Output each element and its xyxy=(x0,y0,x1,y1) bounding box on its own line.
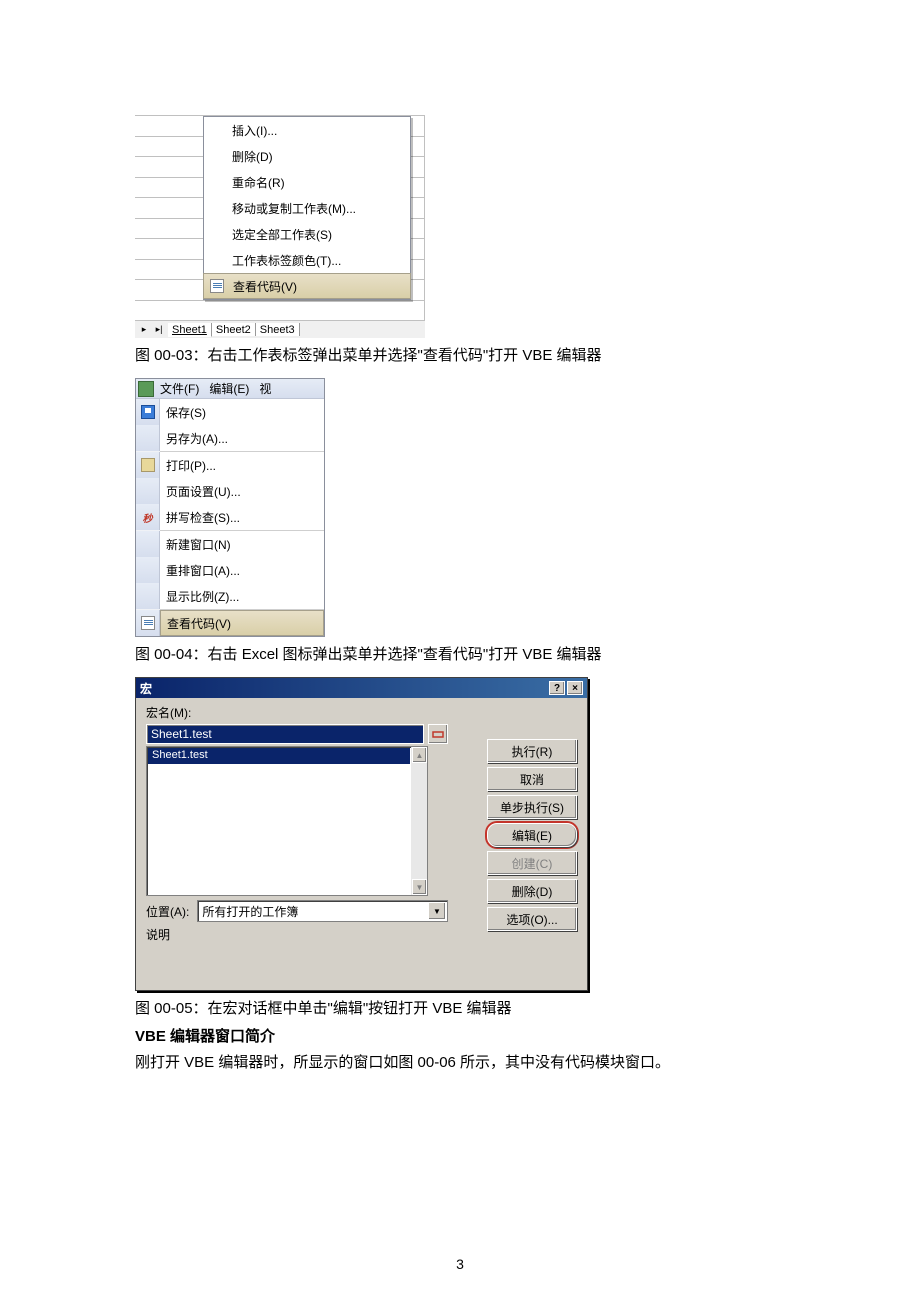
sheet-tab-1[interactable]: Sheet1 xyxy=(168,323,212,337)
scroll-down-icon[interactable]: ▼ xyxy=(412,879,427,895)
menu-view-truncated[interactable]: 视 xyxy=(255,380,275,397)
menu-file[interactable]: 文件(F) xyxy=(156,380,203,397)
range-icon xyxy=(432,728,444,740)
tab-nav-last-icon[interactable]: ▸| xyxy=(152,323,166,337)
caption-figure-2: 图 00-04：右击 Excel 图标弹出菜单并选择"查看代码"打开 VBE 编… xyxy=(135,643,785,667)
range-selector-button[interactable] xyxy=(428,724,448,744)
step-into-button[interactable]: 单步执行(S) xyxy=(487,795,577,819)
spell-check-icon: 秒 xyxy=(143,510,153,525)
code-icon xyxy=(141,616,155,630)
menu-item-move-copy[interactable]: 移动或复制工作表(M)... xyxy=(204,195,410,221)
figure-sheet-context-menu: 插入(I)... 删除(D) 重命名(R) 移动或复制工作表(M)... 选定全… xyxy=(135,115,425,338)
close-button[interactable]: × xyxy=(567,681,583,695)
menu-item-insert[interactable]: 插入(I)... xyxy=(204,117,410,143)
menu-edit[interactable]: 编辑(E) xyxy=(205,380,253,397)
code-icon xyxy=(208,277,226,295)
options-button[interactable]: 选项(O)... xyxy=(487,907,577,931)
menu-item-save[interactable]: 保存(S) xyxy=(136,399,324,425)
menu-item-zoom[interactable]: 显示比例(Z)... xyxy=(136,583,324,609)
menu-item-tab-color[interactable]: 工作表标签颜色(T)... xyxy=(204,247,410,273)
delete-button[interactable]: 删除(D) xyxy=(487,879,577,903)
menu-item-save-as[interactable]: 另存为(A)... xyxy=(136,425,324,451)
excel-icon xyxy=(138,381,154,397)
menu-item-print[interactable]: 打印(P)... xyxy=(136,452,324,478)
sheet-tab-bar: ▸ ▸| Sheet1 Sheet2 Sheet3 xyxy=(135,321,425,338)
create-button: 创建(C) xyxy=(487,851,577,875)
save-icon xyxy=(141,405,155,419)
location-combobox[interactable]: 所有打开的工作簿 ▼ xyxy=(197,900,448,922)
macro-name-input[interactable]: Sheet1.test xyxy=(146,724,424,744)
sheet-tab-2[interactable]: Sheet2 xyxy=(212,323,256,336)
menubar: 文件(F) 编辑(E) 视 xyxy=(136,379,324,399)
dialog-titlebar: 宏 ? × xyxy=(136,678,587,698)
menu-item-rename[interactable]: 重命名(R) xyxy=(204,169,410,195)
scroll-up-icon[interactable]: ▲ xyxy=(412,747,427,763)
sheet-context-menu: 插入(I)... 删除(D) 重命名(R) 移动或复制工作表(M)... 选定全… xyxy=(203,116,411,300)
tab-nav-first-icon[interactable]: ▸ xyxy=(137,323,151,337)
section-heading: VBE 编辑器窗口简介 xyxy=(135,1025,785,1049)
chevron-down-icon[interactable]: ▼ xyxy=(428,902,446,920)
macro-name-label: 宏名(M): xyxy=(146,704,577,721)
body-paragraph: 刚打开 VBE 编辑器时，所显示的窗口如图 00-06 所示，其中没有代码模块窗… xyxy=(135,1051,785,1075)
cancel-button[interactable]: 取消 xyxy=(487,767,577,791)
dialog-title: 宏 xyxy=(140,680,152,697)
macro-dialog: 宏 ? × 宏名(M): Sheet1.test Sheet1.test ▲ xyxy=(135,677,588,991)
scrollbar[interactable]: ▲ ▼ xyxy=(411,747,427,895)
description-area xyxy=(146,946,577,980)
menu-item-arrange-windows[interactable]: 重排窗口(A)... xyxy=(136,557,324,583)
run-button[interactable]: 执行(R) xyxy=(487,739,577,763)
spreadsheet-grid: 插入(I)... 删除(D) 重命名(R) 移动或复制工作表(M)... 选定全… xyxy=(135,115,425,321)
print-icon xyxy=(141,458,155,472)
menu-item-view-code[interactable]: 查看代码(V) xyxy=(203,273,411,299)
page-number: 3 xyxy=(0,1256,920,1272)
caption-figure-1: 图 00-03：右击工作表标签弹出菜单并选择"查看代码"打开 VBE 编辑器 xyxy=(135,344,785,368)
caption-figure-3: 图 00-05：在宏对话框中单击"编辑"按钮打开 VBE 编辑器 xyxy=(135,997,785,1021)
edit-button[interactable]: 编辑(E) xyxy=(487,823,577,847)
macro-list-item[interactable]: Sheet1.test xyxy=(148,748,410,764)
menu-item-page-setup[interactable]: 页面设置(U)... xyxy=(136,478,324,504)
menu-item-view-code[interactable]: 查看代码(V) xyxy=(136,610,324,636)
help-button[interactable]: ? xyxy=(549,681,565,695)
menu-item-spell-check[interactable]: 秒 拼写检查(S)... xyxy=(136,504,324,530)
figure-excel-icon-menu: 文件(F) 编辑(E) 视 保存(S) 另存为(A)... 打印(P)... 页… xyxy=(135,378,325,637)
sheet-tab-3[interactable]: Sheet3 xyxy=(256,323,300,336)
menu-item-select-all-sheets[interactable]: 选定全部工作表(S) xyxy=(204,221,410,247)
menu-item-delete[interactable]: 删除(D) xyxy=(204,143,410,169)
macro-listbox[interactable]: Sheet1.test ▲ ▼ xyxy=(146,746,428,896)
location-value: 所有打开的工作簿 xyxy=(202,903,298,920)
location-label: 位置(A): xyxy=(146,903,189,920)
menu-item-new-window[interactable]: 新建窗口(N) xyxy=(136,531,324,557)
